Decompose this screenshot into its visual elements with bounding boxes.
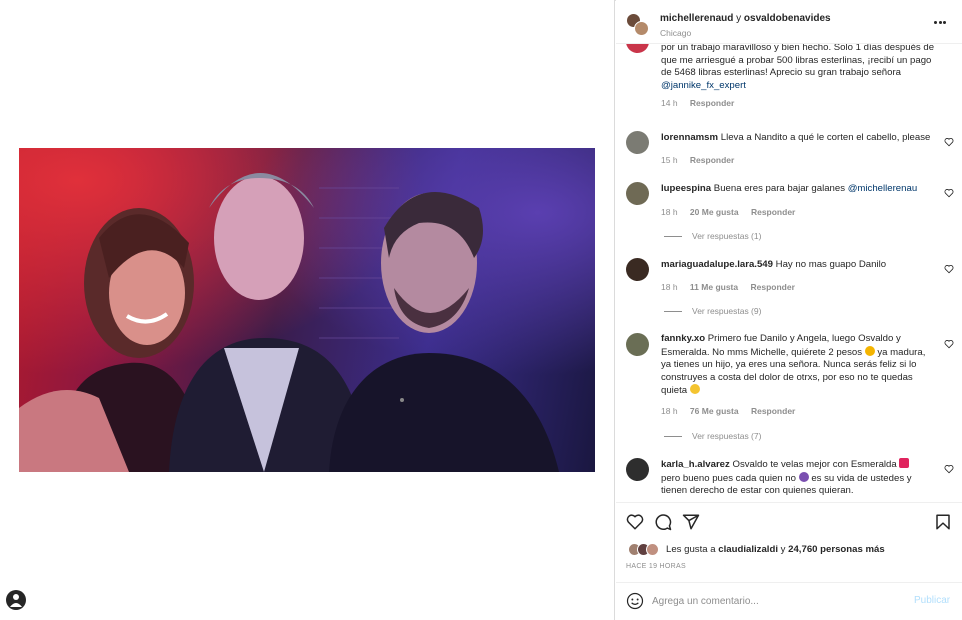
avatar[interactable] [626,333,649,356]
reply-button[interactable]: Responder [751,406,795,416]
reply-button[interactable]: Responder [690,98,734,108]
avatar[interactable] [626,258,649,281]
media-pane [0,0,615,620]
likes-summary[interactable]: Les gusta a claudializaldi y 24,760 pers… [666,544,885,555]
comment-input[interactable] [652,592,902,610]
like-heart-icon[interactable] [626,513,644,531]
heart-icon[interactable] [944,264,954,274]
post-header: michellerenaud y osvaldobenavides Chicag… [616,0,962,44]
like-count[interactable]: 76 Me gusta [690,406,739,416]
view-replies-button[interactable]: Ver respuestas (7) [664,431,761,441]
comment-text: lupeespina Buena eres para bajar galanes… [661,183,918,194]
comment-meta: 18 h 20 Me gusta Responder [661,207,805,217]
action-bar: Les gusta a claudializaldi y 24,760 pers… [616,502,962,582]
comment-username[interactable]: lorennamsm [661,132,718,143]
like-count[interactable]: 11 Me gusta [690,282,738,292]
mention-link[interactable]: @michellerenau [848,183,917,194]
heart-icon[interactable] [944,339,954,349]
comment-meta: 14 h Responder [661,98,744,108]
share-icon[interactable] [682,513,700,531]
photo-illustration [19,148,595,472]
collab-avatars[interactable] [626,13,649,36]
comment-text: mariaguadalupe.lara.549 Hay no mas guapo… [661,259,887,270]
like-count[interactable]: 20 Me gusta [690,207,739,217]
comment-time: 18 h [661,282,678,292]
reply-button[interactable]: Responder [690,155,734,165]
avatar[interactable] [626,182,649,205]
author-conjunction: y [736,13,742,24]
location-link[interactable]: Chicago [660,28,691,38]
surprised-emoji-icon [864,345,875,356]
comment-text: fannky.xo Primero fue Danilo y Angela, l… [661,333,926,397]
comment-time: 18 h [661,406,678,416]
comment-icon[interactable] [654,513,672,531]
comment-time: 15 h [661,155,678,165]
reply-button[interactable]: Responder [750,282,794,292]
comment-meta: 18 h 11 Me gusta Responder [661,282,805,292]
profile-icon[interactable] [6,590,26,610]
emoji-icon [798,471,809,482]
avatar [634,21,649,36]
author-link[interactable]: michellerenaud [660,13,733,24]
comment-text: lorennamsm Lleva a Nandito a qué le cort… [661,132,931,143]
avatar[interactable] [626,131,649,154]
heart-icon[interactable] [944,188,954,198]
mention-link[interactable]: @jannike_fx_expert [661,80,746,91]
liker-username[interactable]: claudializaldi [718,544,778,555]
comment-time: 14 h [661,98,678,108]
comment-username[interactable]: karla_h.alvarez [661,459,730,470]
comment-meta: 18 h 76 Me gusta Responder [661,406,805,416]
heart-icon[interactable] [944,464,954,474]
author-link[interactable]: osvaldobenavides [744,13,831,24]
reply-button[interactable]: Responder [751,207,795,217]
emoji-smile-icon[interactable] [626,592,644,610]
comments-list[interactable]: por un trabajo maravilloso y bien hecho.… [616,44,962,502]
more-options-icon[interactable] [934,16,950,24]
comment-text: karla_h.alvarez Osvaldo te velas mejor c… [661,458,912,497]
post-timestamp[interactable]: HACE 19 HORAS [626,563,686,570]
comment-text: por un trabajo maravilloso y bien hecho.… [661,44,935,91]
avatar[interactable] [626,458,649,481]
heart-icon[interactable] [944,137,954,147]
smile-emoji-icon [689,384,700,395]
comment-username[interactable]: fannky.xo [661,333,705,344]
bookmark-icon[interactable] [934,513,952,531]
view-replies-button[interactable]: Ver respuestas (9) [664,306,761,316]
post-authors: michellerenaud y osvaldobenavides [660,13,831,24]
comment-username[interactable]: lupeespina [661,183,711,194]
view-replies-button[interactable]: Ver respuestas (1) [664,231,761,241]
publish-button[interactable]: Publicar [914,595,950,606]
post-photo[interactable] [19,148,595,472]
post-panel: michellerenaud y osvaldobenavides Chicag… [616,0,962,620]
comment-username[interactable]: mariaguadalupe.lara.549 [661,259,773,270]
avatar[interactable] [626,44,649,53]
add-comment-bar: Publicar [616,582,962,620]
red-heart-emoji-icon [899,458,910,468]
comment-time: 18 h [661,207,678,217]
likes-count[interactable]: 24,760 personas más [788,544,885,555]
comment-meta: 15 h Responder [661,155,744,165]
